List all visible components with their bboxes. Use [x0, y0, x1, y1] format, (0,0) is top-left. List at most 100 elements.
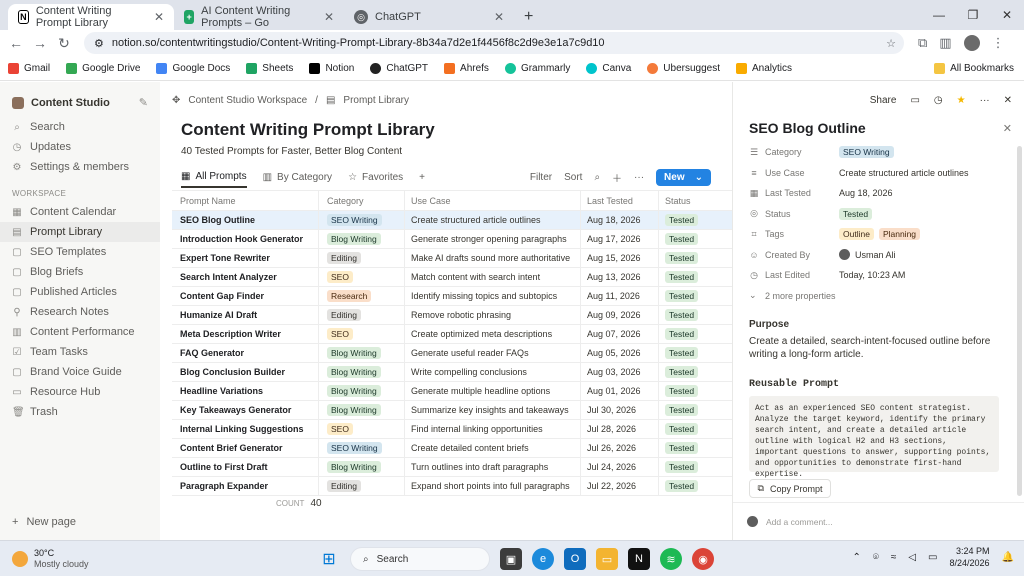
column-prompt-name[interactable]: Prompt Name	[172, 191, 319, 210]
cell-status[interactable]: Tested	[659, 363, 729, 381]
tab-all-prompts[interactable]: ▦ All Prompts	[181, 166, 247, 188]
cell-prompt-name[interactable]: SEO Blog Outline	[172, 211, 319, 229]
all-bookmarks[interactable]: All Bookmarks	[934, 63, 1014, 74]
property-value[interactable]: Usman Ali	[839, 249, 896, 261]
chrome-icon[interactable]: ◉	[692, 548, 714, 570]
cell-prompt-name[interactable]: FAQ Generator	[172, 344, 319, 362]
column-use-case[interactable]: Use Case	[405, 191, 581, 210]
cell-prompt-name[interactable]: Internal Linking Suggestions	[172, 420, 319, 438]
cell-status[interactable]: Tested	[659, 325, 729, 343]
cell-prompt-name[interactable]: Key Takeaways Generator	[172, 401, 319, 419]
cell-prompt-name[interactable]: Headline Variations	[172, 382, 319, 400]
cell-status[interactable]: Tested	[659, 344, 729, 362]
workspace-switcher[interactable]: Content Studio ✎	[0, 82, 160, 117]
cell-category[interactable]: SEO Writing	[319, 211, 405, 229]
cell-last-tested[interactable]: Aug 03, 2026	[581, 363, 659, 381]
property-value[interactable]: Outline Planning	[839, 228, 921, 241]
cell-category[interactable]: Blog Writing	[319, 382, 405, 400]
table-row[interactable]: Headline Variations Blog Writing Generate …	[172, 382, 732, 401]
breadcrumb-page[interactable]: Prompt Library	[343, 95, 409, 106]
cell-status[interactable]: Tested	[659, 230, 729, 248]
cell-last-tested[interactable]: Aug 01, 2026	[581, 382, 659, 400]
cell-use-case[interactable]: Turn outlines into draft paragraphs	[405, 458, 581, 476]
volume-icon[interactable]: ◁	[908, 552, 916, 563]
cell-last-tested[interactable]: Aug 09, 2026	[581, 306, 659, 324]
history-icon[interactable]: ◷	[934, 95, 943, 106]
battery-icon[interactable]: ▭	[928, 552, 937, 563]
wifi-icon[interactable]: ≈	[891, 552, 897, 563]
table-row[interactable]: Content Brief Generator SEO Writing Create…	[172, 439, 732, 458]
tab-by-category[interactable]: ▥ By Category	[263, 166, 332, 188]
column-last-tested[interactable]: Last Tested	[581, 191, 659, 210]
cell-use-case[interactable]: Match content with search intent	[405, 268, 581, 286]
table-row[interactable]: Paragraph Expander Editing Expand short po…	[172, 477, 732, 496]
cell-last-tested[interactable]: Aug 07, 2026	[581, 325, 659, 343]
new-tab-button[interactable]: +	[514, 4, 543, 30]
property-row[interactable]: ☰ Category SEO Writing	[749, 142, 1009, 163]
cell-use-case[interactable]: Generate multiple headline options	[405, 382, 581, 400]
sidebar-item-content-calendar[interactable]: ▦ Content Calendar	[0, 202, 160, 222]
sort-button[interactable]: Sort	[564, 172, 582, 183]
cell-status[interactable]: Tested	[659, 211, 729, 229]
cell-status[interactable]: Tested	[659, 401, 729, 419]
cell-category[interactable]: Blog Writing	[319, 401, 405, 419]
notification-icon[interactable]: 🔔	[1002, 552, 1014, 563]
sidebar-item-prompt-library[interactable]: ▤ Prompt Library	[0, 222, 160, 242]
sidebar-settings[interactable]: ⚙ Settings & members	[0, 157, 160, 177]
cell-last-tested[interactable]: Aug 05, 2026	[581, 344, 659, 362]
property-value[interactable]: Create structured article outlines	[839, 168, 969, 178]
cell-last-tested[interactable]: Jul 22, 2026	[581, 477, 659, 495]
favorite-star-icon[interactable]: ★	[957, 95, 966, 106]
search-icon[interactable]: ⌕	[594, 172, 600, 183]
sidebar-item-research-notes[interactable]: ⚲ Research Notes	[0, 302, 160, 322]
property-value[interactable]: Tested	[839, 207, 873, 220]
network-icon[interactable]: ⌾	[873, 552, 879, 563]
table-row[interactable]: SEO Blog Outline SEO Writing Create struct…	[172, 211, 732, 230]
table-row[interactable]: Blog Conclusion Builder Blog Writing Write…	[172, 363, 732, 382]
cell-prompt-name[interactable]: Paragraph Expander	[172, 477, 319, 495]
cell-use-case[interactable]: Create detailed content briefs	[405, 439, 581, 457]
cell-prompt-name[interactable]: Meta Description Writer	[172, 325, 319, 343]
table-row[interactable]: Humanize AI Draft Editing Remove robotic p…	[172, 306, 732, 325]
cell-category[interactable]: Blog Writing	[319, 458, 405, 476]
forward-icon[interactable]: →	[28, 35, 52, 51]
back-icon[interactable]: ←	[4, 35, 28, 51]
table-row[interactable]: Search Intent Analyzer SEO Match content w…	[172, 268, 732, 287]
task-view-icon[interactable]: ▣	[500, 548, 522, 570]
cell-category[interactable]: Editing	[319, 306, 405, 324]
reload-icon[interactable]: ↻	[52, 35, 76, 52]
close-panel-icon[interactable]: ✕	[1003, 122, 1012, 135]
cell-use-case[interactable]: Summarize key insights and takeaways	[405, 401, 581, 419]
copy-prompt-button[interactable]: ⧉ Copy Prompt	[749, 479, 831, 498]
cell-last-tested[interactable]: Jul 28, 2026	[581, 420, 659, 438]
close-icon[interactable]: ✕	[154, 10, 164, 24]
bookmark-grammarly[interactable]: Grammarly	[504, 63, 570, 74]
browser-tab-chatgpt[interactable]: ◎ ChatGPT ✕	[344, 4, 514, 30]
filter-button[interactable]: Filter	[530, 172, 552, 183]
property-value[interactable]: Today, 10:23 AM	[839, 270, 905, 280]
cell-category[interactable]: SEO	[319, 325, 405, 343]
tab-favorites[interactable]: ☆ Favorites	[348, 166, 403, 188]
cell-status[interactable]: Tested	[659, 477, 729, 495]
sidebar-item-published-articles[interactable]: ▢ Published Articles	[0, 282, 160, 302]
automation-icon[interactable]: ＋	[612, 170, 622, 185]
comment-icon[interactable]: ▭	[910, 95, 919, 106]
cell-status[interactable]: Tested	[659, 249, 729, 267]
cell-category[interactable]: Editing	[319, 477, 405, 495]
cell-category[interactable]: Research	[319, 287, 405, 305]
bookmark-ubersuggest[interactable]: Ubersuggest	[647, 63, 720, 74]
sidebar-item-seo-templates[interactable]: ▢ SEO Templates	[0, 242, 160, 262]
cell-use-case[interactable]: Create structured article outlines	[405, 211, 581, 229]
table-row[interactable]: Meta Description Writer SEO Create optimiz…	[172, 325, 732, 344]
chevron-down-icon[interactable]: ⌄	[695, 172, 703, 183]
sidebar-item-blog-briefs[interactable]: ▢ Blog Briefs	[0, 262, 160, 282]
cell-prompt-name[interactable]: Content Brief Generator	[172, 439, 319, 457]
sidebar-item-resource-hub[interactable]: ▭ Resource Hub	[0, 382, 160, 402]
cell-status[interactable]: Tested	[659, 287, 729, 305]
cell-last-tested[interactable]: Aug 13, 2026	[581, 268, 659, 286]
table-row[interactable]: Internal Linking Suggestions SEO Find inte…	[172, 420, 732, 439]
windows-start-icon[interactable]: ⊞	[318, 548, 340, 570]
browser-tab-sheets[interactable]: + AI Content Writing Prompts – Go ✕	[174, 4, 344, 30]
table-row[interactable]: Outline to First Draft Blog Writing Turn o…	[172, 458, 732, 477]
sidebar-search[interactable]: ⌕ Search	[0, 117, 160, 137]
